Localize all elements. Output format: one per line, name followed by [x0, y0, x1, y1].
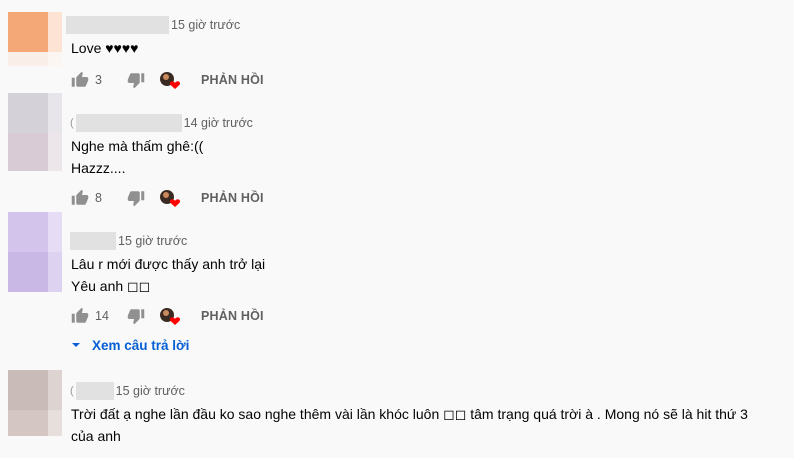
avatar-block [8, 212, 48, 252]
avatar-block [48, 212, 62, 252]
creator-avatar-heart-icon [160, 72, 181, 89]
comment-actions: 8 PHẢN HỒI [71, 186, 264, 210]
avatar-block [8, 93, 48, 133]
comment-line: của anh [71, 428, 121, 444]
comment-time[interactable]: 15 giờ trước [118, 234, 187, 248]
reply-button[interactable]: PHẢN HỒI [201, 73, 264, 87]
author-name-redacted[interactable] [66, 16, 169, 34]
comment-header: ( 14 giờ trước [70, 113, 253, 133]
comment-actions: 14 PHẢN HỒI [71, 304, 264, 328]
comment-line: Nghe mà thấm ghê:(( [71, 138, 204, 154]
creator-heart-badge [159, 70, 181, 90]
comment-text: Nghe mà thấm ghê:(( Hazzz.... [71, 135, 203, 179]
commenter-avatar[interactable] [8, 93, 62, 173]
comment-text: Trời đất ạ nghe lần đầu ko sao nghe thêm… [71, 403, 748, 447]
author-name-redacted[interactable] [75, 382, 114, 400]
avatar-block [8, 12, 48, 52]
comment-header: ( 15 giờ trước [70, 381, 185, 401]
author-name-partial: ( [70, 117, 74, 129]
like-count: 3 [95, 73, 102, 87]
like-count: 14 [95, 309, 109, 323]
thumbs-up-icon[interactable] [71, 307, 89, 325]
avatar-block [8, 252, 48, 292]
comment-header: 15 giờ trước [70, 231, 187, 251]
thumbs-down-icon[interactable] [127, 307, 145, 325]
avatar-block [48, 133, 62, 171]
comment-text: Love ♥♥♥♥ [71, 37, 139, 59]
commenter-avatar[interactable] [8, 212, 62, 292]
comment-header: 15 giờ trước [66, 15, 240, 35]
thumbs-down-icon[interactable] [127, 189, 145, 207]
avatar-block [48, 93, 62, 133]
creator-avatar-heart-icon [160, 308, 181, 325]
avatar-block [48, 410, 62, 436]
avatar-block [8, 52, 48, 66]
author-name-partial: ( [70, 385, 74, 397]
avatar-block [8, 370, 48, 410]
comment-line: Lâu r mới được thấy anh trở lại [71, 256, 266, 272]
comment-line: Trời đất ạ nghe lần đầu ko sao nghe thêm… [71, 406, 748, 422]
comment-line: Hazzz.... [71, 160, 126, 176]
like-count: 8 [95, 191, 102, 205]
avatar-block [48, 252, 62, 292]
comment-time[interactable]: 15 giờ trước [171, 18, 240, 32]
thumbs-up-icon[interactable] [71, 189, 89, 207]
avatar-block [8, 410, 48, 436]
commenter-avatar[interactable] [8, 12, 62, 66]
view-replies-label: Xem câu trả lời [92, 337, 190, 353]
caret-down-icon [72, 343, 80, 347]
reply-button[interactable]: PHẢN HỒI [201, 309, 264, 323]
comment-actions: 3 PHẢN HỒI [71, 68, 264, 92]
author-name-redacted[interactable] [70, 232, 116, 250]
comment-line: Love ♥♥♥♥ [71, 40, 139, 56]
comment-line: Yêu anh ◻◻ [71, 278, 151, 294]
avatar-block [48, 370, 62, 410]
avatar-block [48, 52, 62, 66]
comment-time[interactable]: 15 giờ trước [116, 384, 185, 398]
creator-heart-badge [159, 188, 181, 208]
creator-avatar-heart-icon [160, 190, 181, 207]
reply-button[interactable]: PHẢN HỒI [201, 191, 264, 205]
creator-heart-badge [159, 306, 181, 326]
commenter-avatar[interactable] [8, 370, 62, 436]
comment-time[interactable]: 14 giờ trước [184, 116, 253, 130]
thumbs-down-icon[interactable] [127, 71, 145, 89]
view-replies-button[interactable]: Xem câu trả lời [68, 337, 189, 353]
comment-text: Lâu r mới được thấy anh trở lại Yêu anh … [71, 253, 265, 297]
avatar-block [8, 133, 48, 171]
author-name-redacted[interactable] [75, 114, 182, 132]
thumbs-up-icon[interactable] [71, 71, 89, 89]
avatar-block [48, 12, 62, 52]
